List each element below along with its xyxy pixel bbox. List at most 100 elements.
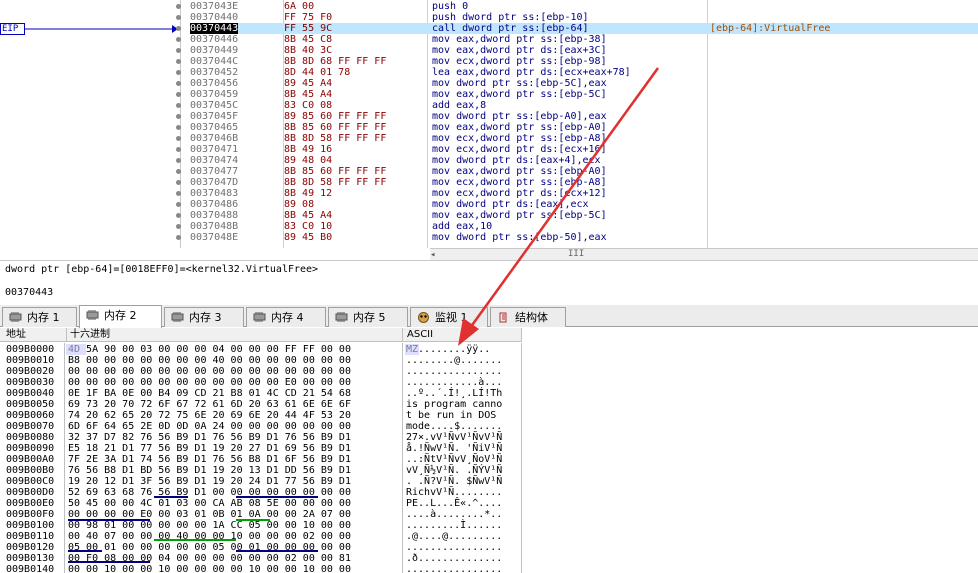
instruction-row[interactable]: 00370488 8B 45 A4 mov eax,dword ptr ss:[eb… <box>190 210 978 221</box>
instruction-row[interactable]: 00370459 8B 45 A4 mov eax,dword ptr ss:[eb… <box>190 89 978 100</box>
breakpoint-dot-icon[interactable] <box>176 213 181 218</box>
breakpoint-dot-icon[interactable] <box>176 59 181 64</box>
horizontal-scrollbar[interactable]: ◂ III <box>430 248 978 260</box>
instruction-bytes: 89 48 04 <box>284 155 333 166</box>
instruction-address: 00370477 <box>190 166 239 177</box>
instruction-text: mov dword ptr ss:[ebp-5C],eax <box>432 78 607 89</box>
breakpoint-dot-icon[interactable] <box>176 224 181 229</box>
hex-row[interactable]: 009B00A0 7F 2E 3A D1 74 56 B9 D1 76 56 B8… <box>0 454 522 465</box>
hex-address: 009B0000 <box>6 344 55 355</box>
hex-ascii: 27×.vV¹ÑvV¹ÑvV¹Ñ <box>406 432 503 443</box>
tab-2[interactable]: 内存 2 <box>79 305 162 328</box>
breakpoint-dot-icon[interactable] <box>176 169 181 174</box>
tab-7[interactable]: 结构体 <box>490 307 566 327</box>
breakpoint-dot-icon[interactable] <box>176 48 181 53</box>
scroll-grip[interactable]: III <box>568 249 584 259</box>
breakpoint-dot-icon[interactable] <box>176 81 181 86</box>
breakpoint-dot-icon[interactable] <box>176 158 181 163</box>
instruction-bytes: 6A 00 <box>284 1 315 12</box>
instruction-text: add eax,8 <box>432 100 487 111</box>
instruction-row[interactable]: 00370446 8B 45 C8 mov eax,dword ptr ss:[eb… <box>190 34 978 45</box>
instruction-row[interactable]: 0037048B 83 C0 10 add eax,10 <box>190 221 978 232</box>
instruction-row[interactable]: 00370449 8B 40 3C mov eax,dword ptr ds:[ea… <box>190 45 978 56</box>
breakpoint-dot-icon[interactable] <box>176 191 181 196</box>
instruction-row[interactable]: 0037044C 8B 8D 68 FF FF FF mov ecx,dword p… <box>190 56 978 67</box>
breakpoint-dot-icon[interactable] <box>176 136 181 141</box>
hex-ascii: vV¸Ñ½V¹Ñ. .ÑÝV¹Ñ <box>406 465 503 476</box>
instruction-row[interactable]: 00370452 8D 44 01 78 lea eax,dword ptr ds:… <box>190 67 978 78</box>
breakpoint-dot-icon[interactable] <box>176 70 181 75</box>
tab-4[interactable]: 内存 4 <box>246 307 326 327</box>
hex-bytes: B8 00 00 00 00 00 00 00 40 00 00 00 00 0… <box>68 355 351 366</box>
tab-1[interactable]: 内存 1 <box>2 307 77 327</box>
hex-row[interactable]: 009B0070 6D 6F 64 65 2E 0D 0D 0A 24 00 00… <box>0 421 522 432</box>
instruction-text: push dword ptr ss:[ebp-10] <box>432 12 589 23</box>
instruction-row[interactable]: 0037048E 89 45 B0 mov dword ptr ss:[ebp-50… <box>190 232 978 243</box>
hex-ascii: .........Ì...... <box>406 520 503 531</box>
tab-5[interactable]: 内存 5 <box>328 307 408 327</box>
breakpoint-dot-icon[interactable] <box>176 147 181 152</box>
hex-row[interactable]: 009B0060 74 20 62 65 20 72 75 6E 20 69 6E… <box>0 410 522 421</box>
instruction-row[interactable]: 00370477 8B 85 60 FF FF FF mov eax,dword p… <box>190 166 978 177</box>
breakpoint-dot-icon[interactable] <box>176 114 181 119</box>
hex-row[interactable]: 009B0140 00 00 10 00 00 10 00 00 00 00 10… <box>0 564 522 573</box>
ascii-column-header[interactable]: ASCII <box>402 328 522 341</box>
hex-row[interactable]: 009B0100 00 98 01 00 00 00 00 00 1A CC 05… <box>0 520 522 531</box>
hex-bytes: 00 00 00 00 00 00 00 00 00 00 00 00 E0 0… <box>68 377 351 388</box>
hex-address: 009B0080 <box>6 432 55 443</box>
breakpoint-dot-icon[interactable] <box>176 15 181 20</box>
breakpoint-dot-icon[interactable] <box>176 202 181 207</box>
tab-label: 监视 1 <box>435 311 468 324</box>
hex-address: 009B00C0 <box>6 476 55 487</box>
instruction-row[interactable]: 00370456 89 45 A4 mov dword ptr ss:[ebp-5C… <box>190 78 978 89</box>
hex-row[interactable]: 009B0110 00 40 07 00 00 00 40 00 00 10 00… <box>0 531 522 542</box>
instruction-row[interactable]: 0037043E 6A 00 push 0 <box>190 1 978 12</box>
breakpoint-dot-icon[interactable] <box>176 26 181 31</box>
field-underline <box>154 539 236 541</box>
breakpoint-dot-icon[interactable] <box>176 4 181 9</box>
breakpoint-dot-icon[interactable] <box>176 37 181 42</box>
instruction-row[interactable]: 00370486 89 08 mov dword ptr ds:[eax],ecx <box>190 199 978 210</box>
hex-dump-pane[interactable]: 009B0000 4D 5A 90 00 03 00 00 00 04 00 00… <box>0 343 522 573</box>
instruction-row[interactable]: 00370465 8B 85 60 FF FF FF mov eax,dword p… <box>190 122 978 133</box>
hex-bytes: 69 73 20 70 72 6F 67 72 61 6D 20 63 61 6… <box>68 399 351 410</box>
tab-3[interactable]: 内存 3 <box>164 307 244 327</box>
hex-row[interactable]: 009B00B0 76 56 B8 D1 BD 56 B9 D1 19 20 13… <box>0 465 522 476</box>
hex-column-header[interactable]: 十六进制 <box>66 328 110 341</box>
hex-row[interactable]: 009B00C0 19 20 12 D1 3F 56 B9 D1 19 20 24… <box>0 476 522 487</box>
address-column-header[interactable]: 地址 <box>6 328 26 341</box>
instruction-bytes: 83 C0 10 <box>284 221 333 232</box>
instruction-row[interactable]: 00370471 8B 49 16 mov ecx,dword ptr ds:[ec… <box>190 144 978 155</box>
instruction-row[interactable]: 0037045C 83 C0 08 add eax,8 <box>190 100 978 111</box>
hex-row[interactable]: 009B0050 69 73 20 70 72 6F 67 72 61 6D 20… <box>0 399 522 410</box>
disassembly-pane[interactable]: EIP 0037043E 6A 00 push 0 00370440 FF 75 F0 p… <box>0 0 978 248</box>
breakpoint-dot-icon[interactable] <box>176 180 181 185</box>
instruction-text: mov eax,dword ptr ss:[ebp-A0] <box>432 166 607 177</box>
breakpoint-dot-icon[interactable] <box>176 92 181 97</box>
instruction-row[interactable]: 00370483 8B 49 12 mov ecx,dword ptr ds:[ec… <box>190 188 978 199</box>
hex-row[interactable]: 009B0040 0E 1F BA 0E 00 B4 09 CD 21 B8 01… <box>0 388 522 399</box>
hex-row[interactable]: 009B0080 32 37 D7 82 76 56 B9 D1 76 56 B9… <box>0 432 522 443</box>
hex-row[interactable]: 009B0030 00 00 00 00 00 00 00 00 00 00 00… <box>0 377 522 388</box>
info-line-address: 00370443 <box>5 287 54 298</box>
hex-row[interactable]: 009B0020 00 00 00 00 00 00 00 00 00 00 00… <box>0 366 522 377</box>
breakpoint-dot-icon[interactable] <box>176 125 181 130</box>
tab-6[interactable]: 监视 1 <box>410 307 488 327</box>
instruction-row[interactable]: 0037045F 89 85 60 FF FF FF mov dword ptr s… <box>190 111 978 122</box>
hex-bytes: 7F 2E 3A D1 74 56 B9 D1 76 56 B8 D1 6F 5… <box>68 454 351 465</box>
hex-row[interactable]: 009B0010 B8 00 00 00 00 00 00 00 40 00 00… <box>0 355 522 366</box>
instruction-bytes: 8B 45 A4 <box>284 210 333 221</box>
instruction-address: 00370471 <box>190 144 239 155</box>
instruction-row[interactable]: 00370440 FF 75 F0 push dword ptr ss:[ebp-1… <box>190 12 978 23</box>
scroll-left-icon[interactable]: ◂ <box>430 250 435 260</box>
instruction-row[interactable]: 00370443 FF 55 9C call dword ptr ss:[ebp-6… <box>190 23 978 34</box>
breakpoint-dot-icon[interactable] <box>176 103 181 108</box>
hex-row[interactable]: 009B0090 E5 18 21 D1 77 56 B9 D1 19 20 27… <box>0 443 522 454</box>
instruction-text: lea eax,dword ptr ds:[ecx+eax+78] <box>432 67 631 78</box>
instruction-row[interactable]: 0037046B 8B 8D 58 FF FF FF mov ecx,dword p… <box>190 133 978 144</box>
breakpoint-dot-icon[interactable] <box>176 235 181 240</box>
hex-row[interactable]: 009B00E0 50 45 00 00 4C 01 03 00 CA AB 08… <box>0 498 522 509</box>
instruction-row[interactable]: 0037047D 8B 8D 58 FF FF FF mov ecx,dword p… <box>190 177 978 188</box>
instruction-row[interactable]: 00370474 89 48 04 mov dword ptr ds:[eax+4]… <box>190 155 978 166</box>
memory-icon <box>171 312 184 322</box>
